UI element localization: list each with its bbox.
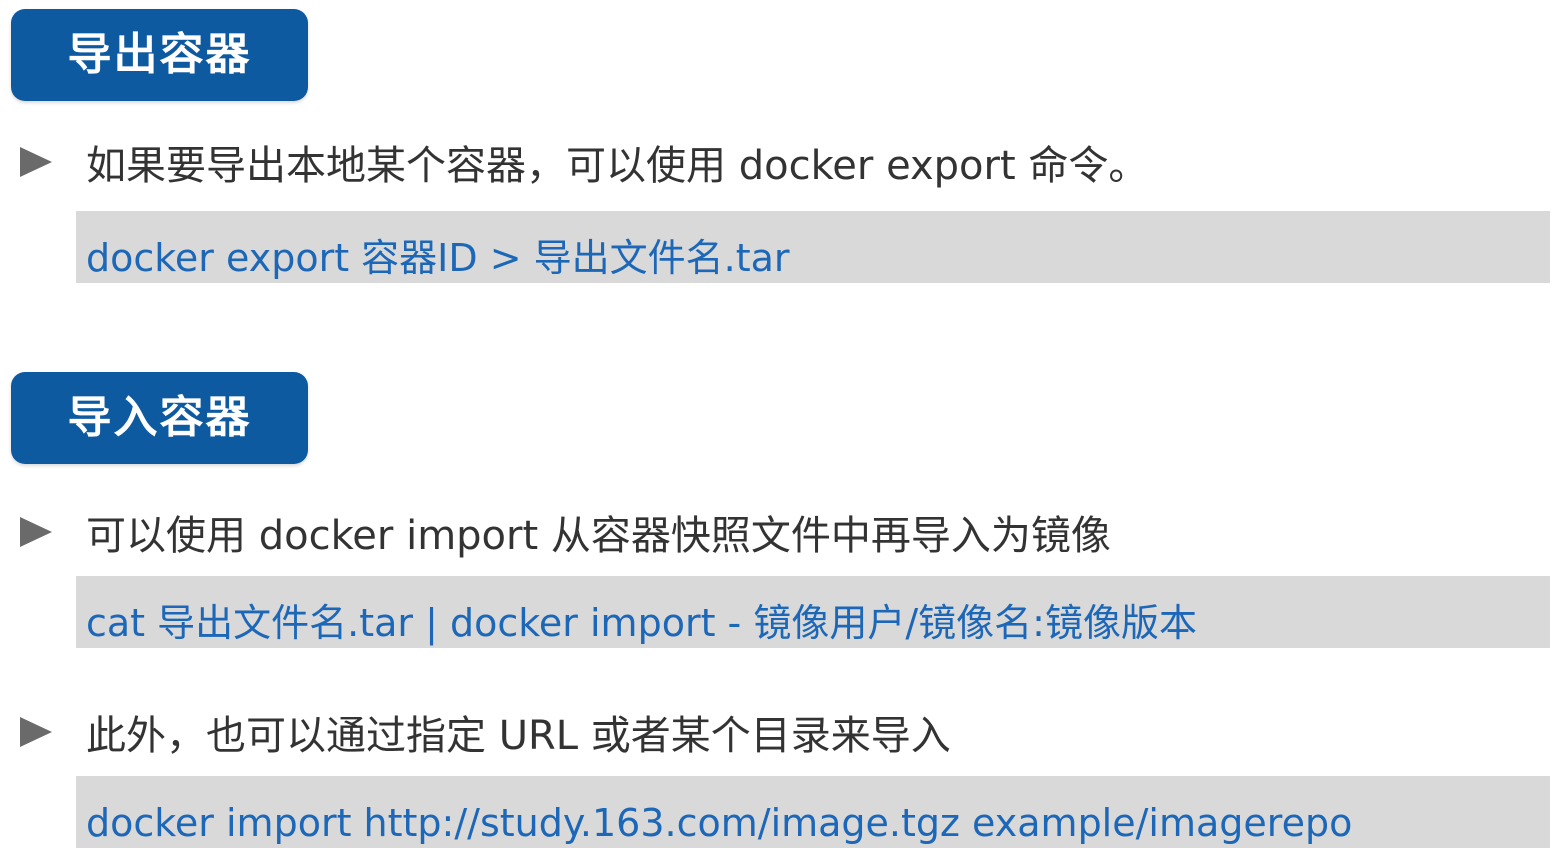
code-block-import-url: docker import http://study.163.com/image… bbox=[76, 776, 1550, 848]
section-title-export: 导出容器 bbox=[11, 9, 308, 101]
bullet-text: 如果要导出本地某个容器，可以使用 docker export 命令。 bbox=[86, 143, 1149, 189]
code-block-import-snapshot: cat 导出文件名.tar | docker import - 镜像用户/镜像名… bbox=[76, 576, 1550, 648]
code-block-export: docker export 容器ID > 导出文件名.tar bbox=[76, 211, 1550, 283]
bullet-item-import-url: 此外，也可以通过指定 URL 或者某个目录来导入 bbox=[20, 702, 951, 762]
bullet-item-import-snapshot: 可以使用 docker import 从容器快照文件中再导入为镜像 bbox=[20, 502, 1111, 562]
bullet-item-export: 如果要导出本地某个容器，可以使用 docker export 命令。 bbox=[20, 132, 1148, 192]
code-text: docker export 容器ID > 导出文件名.tar bbox=[86, 236, 790, 280]
code-text: cat 导出文件名.tar | docker import - 镜像用户/镜像名… bbox=[86, 601, 1197, 645]
triangle-bullet-icon bbox=[20, 147, 52, 177]
triangle-bullet-icon bbox=[20, 717, 52, 747]
bullet-text: 此外，也可以通过指定 URL 或者某个目录来导入 bbox=[86, 713, 951, 759]
triangle-bullet-icon bbox=[20, 517, 52, 547]
code-text: docker import http://study.163.com/image… bbox=[86, 801, 1353, 845]
slide: 导出容器 如果要导出本地某个容器，可以使用 docker export 命令。 … bbox=[0, 0, 1564, 855]
bullet-text: 可以使用 docker import 从容器快照文件中再导入为镜像 bbox=[86, 513, 1111, 559]
section-title-import: 导入容器 bbox=[11, 372, 308, 464]
